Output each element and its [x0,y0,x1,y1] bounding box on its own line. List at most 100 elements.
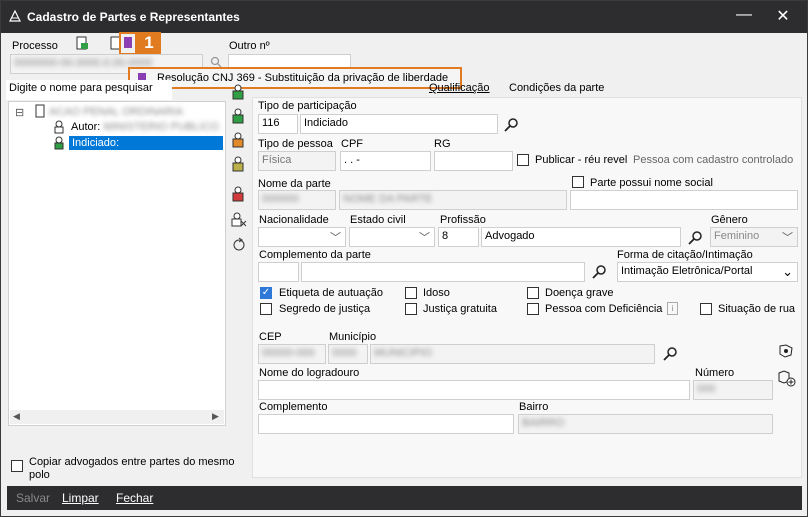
deficiencia-checkbox[interactable] [527,303,539,315]
complemento-field[interactable] [258,414,514,434]
fechar-button[interactable]: Fechar [116,491,153,505]
complemento-parte-field[interactable] [301,262,585,282]
salvar-button[interactable]: Salvar [16,491,50,505]
estado-civil-label: Estado civil [350,214,406,226]
highlight-box [119,32,137,55]
publicar-checkbox[interactable] [517,154,529,166]
nome-parte-code[interactable]: 000000 [258,190,336,210]
party-tree: ⊟ ACAO PENAL ORDINARIA Autor: MINISTERIO… [8,101,226,426]
nome-parte-label: Nome da parte [258,178,331,190]
forma-citacao-label: Forma de citação/Intimação [617,249,753,261]
add-address-icon[interactable] [778,369,796,387]
nome-social-checkbox[interactable] [572,176,584,188]
outro-label: Outro nº [229,40,270,52]
rg-field[interactable] [434,151,513,171]
doenca-checkbox[interactable] [527,287,539,299]
situacao-rua-checkbox[interactable] [700,303,712,315]
bairro-field[interactable]: BAIRRO [518,414,773,434]
estado-civil-select[interactable]: ﹀ [349,227,435,247]
complemento-parte-code[interactable] [258,262,299,282]
tipo-participacao-label: Tipo de participação [258,100,357,112]
municipio-field[interactable]: MUNICIPIO [370,344,655,364]
logradouro-field[interactable] [258,380,690,400]
horizontal-scrollbar[interactable]: ◀ ▶ [10,410,224,424]
justica-gratuita-label: Justiça gratuita [423,303,497,315]
close-button[interactable]: ✕ [765,1,801,33]
idoso-checkbox[interactable] [405,287,417,299]
tipo-participacao-code[interactable]: 116 [258,114,298,134]
tree-root-toggle: ⊟ [15,107,25,119]
segredo-label: Segredo de justiça [279,303,371,315]
nome-social-label: Parte possui nome social [590,177,713,189]
document-green-icon[interactable] [75,36,89,50]
cadastro-controlado-label: Pessoa com cadastro controlado [633,154,794,166]
search-party-input[interactable]: Digite o nome para pesquisar [6,80,172,100]
genero-label: Gênero [711,214,748,226]
dialog-window: Cadastro de Partes e Representantes — ✕ … [0,0,808,517]
nome-parte-field[interactable]: NOME DA PARTE [339,190,567,210]
nome-social-field[interactable] [570,190,798,210]
copiar-checkbox[interactable] [11,460,23,472]
bairro-label: Bairro [519,401,549,413]
situacao-rua-label: Situação de rua [718,303,796,315]
etiqueta-label: Etiqueta de autuação [279,287,383,299]
add-terceiro-icon[interactable] [231,156,245,172]
add-vitima-icon[interactable] [231,132,245,148]
step-badge: 1 [137,32,161,54]
title-bar: Cadastro de Partes e Representantes — ✕ [1,1,807,33]
scroll-right-icon[interactable]: ▶ [212,411,219,422]
chevron-down-icon: ⌄ [782,264,793,279]
address-lookup-icon[interactable] [778,343,794,359]
nacionalidade-label: Nacionalidade [259,214,329,226]
idoso-label: Idoso [423,287,450,299]
tree-root-item[interactable]: ACAO PENAL ORDINARIA [49,106,183,118]
search-profissao-icon[interactable] [688,230,704,246]
complemento-label: Complemento [259,401,328,413]
segredo-checkbox[interactable] [260,303,272,315]
remove-party-icon[interactable] [231,212,247,228]
genero-select[interactable]: Feminino ﹀ [710,227,798,247]
add-autor-icon[interactable] [231,84,245,100]
processo-label: Processo [12,40,58,52]
limpar-button[interactable]: Limpar [62,491,99,505]
minimize-button[interactable]: — [726,1,762,33]
app-icon [9,10,21,22]
tab-condicoes[interactable]: Condições da parte [509,82,604,94]
rg-label: RG [434,138,451,150]
tipo-pessoa-select[interactable]: Física [258,151,336,171]
tab-qualificacao[interactable]: Qualificação [429,82,490,94]
complemento-parte-label: Complemento da parte [259,249,371,261]
profissao-code[interactable]: 8 [438,227,479,247]
add-reu-icon[interactable] [231,108,245,124]
logradouro-label: Nome do logradouro [259,367,360,379]
numero-label: Número [695,367,735,379]
scroll-left-icon[interactable]: ◀ [13,411,20,422]
publicar-label: Publicar - réu revel [535,154,628,166]
search-participacao-icon[interactable] [504,117,520,133]
tab-strip: Qualificação Condições da parte [252,80,802,96]
municipio-code[interactable]: 0000 [328,344,368,364]
cpf-field[interactable]: . . - [340,151,431,171]
municipio-label: Município [329,331,377,343]
etiqueta-checkbox[interactable]: ✓ [260,287,272,299]
swap-party-icon[interactable] [231,237,247,253]
add-testemunha-icon[interactable] [231,186,245,202]
search-municipio-icon[interactable] [663,346,679,362]
profissao-label: Profissão [440,214,486,226]
cep-label: CEP [259,331,282,343]
numero-field[interactable]: 000 [693,380,773,400]
tree-root-icon [35,104,45,118]
tree-item-indiciado[interactable]: Indiciado: [69,136,223,150]
profissao-field[interactable]: Advogado [481,227,681,247]
copiar-label: Copiar advogados entre partes do mesmo p… [29,456,235,481]
window-title: Cadastro de Partes e Representantes [27,10,240,24]
cep-field[interactable]: 00000-000 [258,344,326,364]
justica-gratuita-checkbox[interactable] [405,303,417,315]
tipo-participacao-field[interactable]: Indiciado [300,114,498,134]
footer-toolbar: Salvar Limpar Fechar [7,486,802,510]
search-complemento-icon[interactable] [592,264,608,280]
forma-citacao-select[interactable]: Intimação Eletrônica/Portal ⌄ [617,262,798,282]
tree-item-autor[interactable]: Autor: MINISTERIO PUBLICO [71,121,219,133]
info-icon[interactable]: i [667,302,678,315]
nacionalidade-select[interactable]: ﹀ [258,227,346,247]
